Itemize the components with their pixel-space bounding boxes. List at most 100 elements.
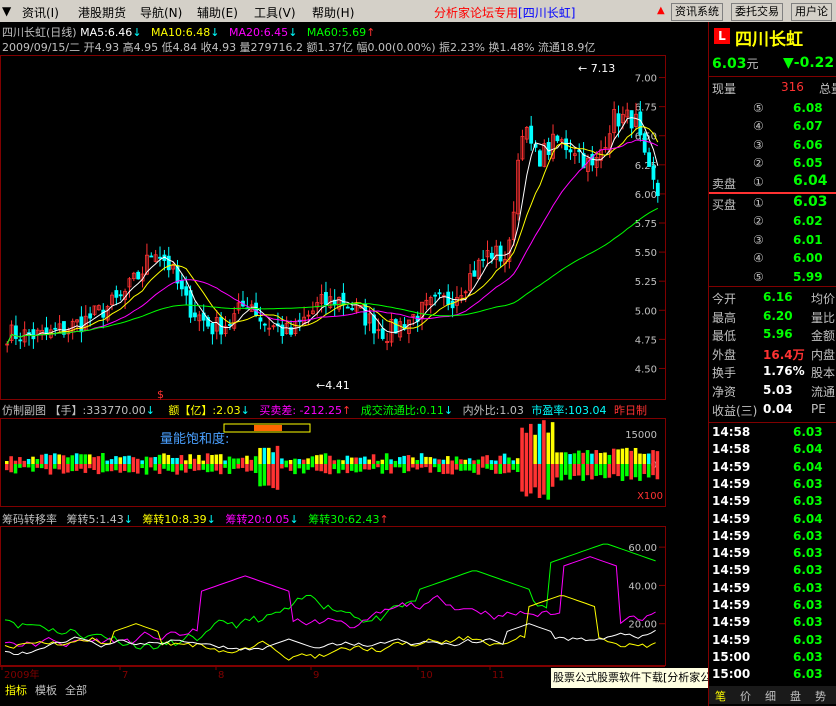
buy-level[interactable]: ④ 6.00 — [709, 250, 836, 268]
vol-bar-down — [227, 464, 232, 474]
chip-chart[interactable]: 60.0040.0020.00 — [0, 526, 708, 666]
vol-multiplier: X100 — [637, 491, 663, 502]
info-system-button[interactable]: 资讯系统 — [671, 3, 723, 21]
tick-time: 14:58 — [712, 442, 751, 457]
vol-bar-up — [607, 454, 612, 464]
stat-key2: 内盘 — [811, 347, 836, 362]
quote-tab[interactable]: 细 — [765, 688, 776, 704]
candle-body — [18, 339, 23, 342]
vol-bar-up — [288, 459, 293, 464]
buy-price: 6.03 — [793, 194, 828, 210]
tick-row: 14:59 6.03 — [709, 562, 836, 580]
tick-time: 14:59 — [712, 459, 751, 474]
kline-chart[interactable]: 7.006.756.506.256.005.755.505.255.004.75… — [0, 55, 708, 400]
sell-level[interactable]: ③ 6.06 — [709, 137, 836, 155]
vol-bar-down — [371, 464, 376, 469]
vol-bar-up — [603, 452, 607, 464]
tick-time: 14:59 — [712, 632, 751, 647]
vol-bar-up — [415, 460, 420, 464]
price-tick: 6.75 — [635, 103, 657, 114]
menu-info[interactable]: 资讯(I) — [22, 4, 59, 21]
tick-time: 14:59 — [712, 580, 751, 595]
vol-bar-down — [367, 464, 371, 470]
menu-nav[interactable]: 导航(N) — [140, 4, 182, 21]
vol-bar-up — [122, 456, 127, 464]
level-index: ② — [753, 156, 764, 171]
candle-body — [88, 313, 93, 319]
sell-level[interactable]: ④ 6.07 — [709, 118, 836, 136]
max-price-label: ← 7.13 — [578, 62, 615, 75]
vol-bar-up — [83, 454, 88, 464]
sell-level[interactable]: 卖盘 ① 6.04 — [709, 173, 836, 192]
vol-bar-up — [651, 450, 655, 464]
vol-bar-down — [533, 464, 537, 488]
buy-level[interactable]: 买盘 ① 6.03 — [709, 194, 836, 213]
vol-bar-down — [197, 464, 201, 471]
total-vol-label: 总量 — [819, 82, 836, 96]
tab-indicator[interactable]: 指标 — [2, 683, 30, 699]
quote-tab[interactable]: 笔 — [715, 688, 726, 704]
inout-label: 内外比:1.03 — [462, 404, 524, 417]
vol-bar-up — [249, 459, 254, 464]
vol-bar-down — [184, 464, 188, 473]
menu-hk[interactable]: 港股期货 — [78, 4, 126, 21]
menu-aux[interactable]: 辅助(E) — [197, 4, 238, 21]
sell-level[interactable]: ② 6.05 — [709, 155, 836, 173]
tab-all[interactable]: 全部 — [62, 683, 90, 699]
vol-bar-up — [319, 454, 323, 464]
amount-label: 额【亿】:2.03 — [168, 404, 241, 417]
vol-bar-up — [136, 458, 140, 464]
vol-bar-down — [22, 464, 27, 468]
vol-bar-up — [297, 459, 302, 464]
candle-body — [345, 306, 350, 309]
vol-bar-up — [144, 456, 149, 464]
vol-bar-up — [441, 459, 446, 464]
stat-key2: 量比 — [811, 310, 836, 325]
candle-body — [651, 165, 656, 180]
candle-body — [254, 302, 258, 316]
candle-body — [62, 321, 66, 335]
tick-price: 6.03 — [793, 425, 823, 439]
stat-value: 0.04 — [763, 401, 793, 416]
sell-level[interactable]: ⑤ 6.08 — [709, 100, 836, 118]
pe-label: 市盈率:103.04 — [531, 404, 607, 417]
vol-bar-down — [157, 464, 162, 474]
quote-tab[interactable]: 势 — [815, 688, 826, 704]
stat-row: 最低 5.96 金额 — [709, 326, 836, 344]
menu-tools[interactable]: 工具(V) — [254, 4, 296, 21]
vol-bar-up — [489, 460, 494, 464]
vol-bar-down — [537, 464, 542, 498]
stat-key: 今开 — [712, 292, 737, 306]
buy-level[interactable]: ② 6.02 — [709, 213, 836, 231]
ma5-label: MA5:6.46 — [80, 26, 133, 39]
vol-bar-down — [529, 464, 533, 494]
tick-time: 14:59 — [712, 528, 751, 543]
quote-tab[interactable]: 盘 — [790, 688, 801, 704]
volume-chart[interactable]: 150000X100 — [0, 418, 708, 508]
candle-body — [324, 292, 328, 305]
buy-level[interactable]: ⑤ 5.99 — [709, 269, 836, 287]
price-change: ▼-0.22 — [783, 55, 835, 71]
vol-bar-up — [424, 456, 428, 464]
quote-tab[interactable]: 价 — [740, 688, 751, 704]
vol-bar-down — [105, 464, 109, 472]
stat-key: 最低 — [712, 329, 737, 344]
date-tick: 2009年 — [4, 668, 39, 681]
vol-bar-up — [611, 448, 616, 464]
buy-level[interactable]: ③ 6.01 — [709, 232, 836, 250]
vol-bar-down — [450, 464, 454, 475]
stat-key2: PE — [811, 401, 826, 416]
vol-bar-down — [559, 464, 564, 481]
level-index: ② — [753, 214, 764, 229]
vol-bar-down — [642, 464, 647, 474]
vol-bar-down — [428, 464, 433, 473]
main-chart-header: 四川长虹(日线) MA5:6.46↓ MA10:6.48↓ MA20:6.45↓… — [2, 26, 376, 39]
dropdown-icon[interactable]: ▼ — [2, 4, 11, 18]
vol-bar-down — [223, 464, 227, 468]
menu-help[interactable]: 帮助(H) — [312, 4, 354, 21]
candle-body — [79, 316, 84, 333]
trade-button[interactable]: 委托交易 — [731, 3, 783, 21]
tab-template[interactable]: 模板 — [32, 683, 60, 699]
vol-bar-down — [463, 464, 468, 471]
user-forum-button[interactable]: 用户论 — [791, 3, 832, 21]
